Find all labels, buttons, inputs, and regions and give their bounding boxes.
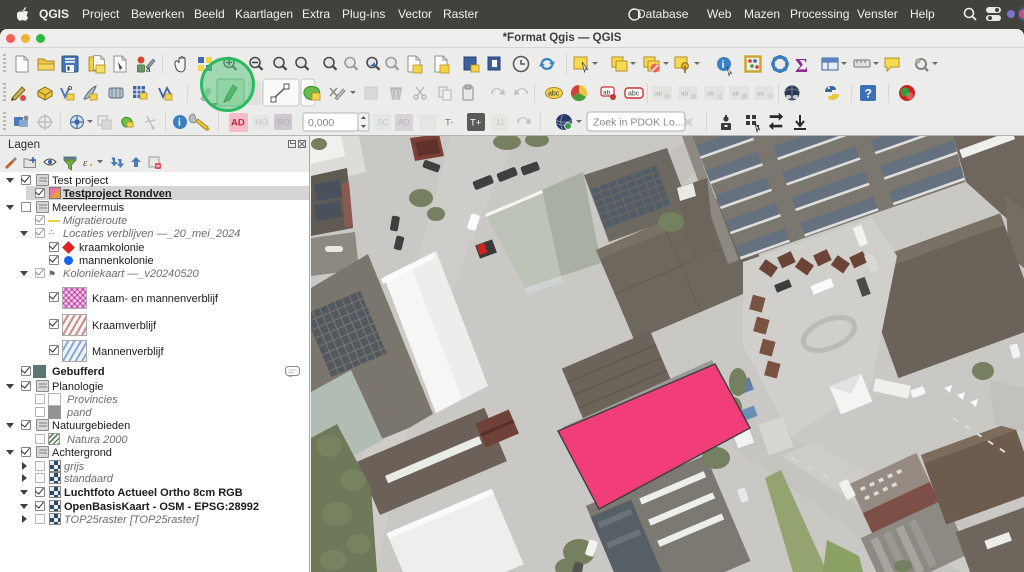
svg-text:Σ: Σ: [795, 55, 808, 77]
svg-text:T+: T+: [470, 118, 482, 129]
svg-text:Zoek in PDOK Lo...: Zoek in PDOK Lo...: [593, 117, 683, 129]
svg-text:AD: AD: [231, 118, 245, 129]
svg-text:abc: abc: [548, 91, 560, 98]
svg-text:?: ?: [865, 87, 872, 101]
svg-text:T-: T-: [445, 118, 453, 129]
svg-text:ab: ab: [603, 90, 611, 97]
svg-text:ab: ab: [757, 91, 765, 98]
svg-text:RO: RO: [277, 117, 290, 127]
svg-text:abc: abc: [628, 91, 640, 98]
svg-text:HO: HO: [255, 117, 268, 127]
svg-text:i: i: [178, 118, 181, 129]
svg-text:i: i: [722, 60, 725, 71]
svg-text:AD: AD: [398, 117, 410, 127]
svg-text:ε: ε: [83, 157, 88, 169]
svg-text:a: a: [146, 65, 151, 74]
svg-text:0,000: 0,000: [308, 117, 334, 129]
svg-text:11: 11: [496, 117, 505, 127]
svg-text:ab: ab: [681, 91, 689, 98]
svg-text:ab: ab: [655, 91, 663, 98]
svg-text:ab: ab: [707, 91, 715, 98]
svg-text:ab: ab: [732, 91, 740, 98]
svg-text:SC: SC: [377, 117, 389, 127]
